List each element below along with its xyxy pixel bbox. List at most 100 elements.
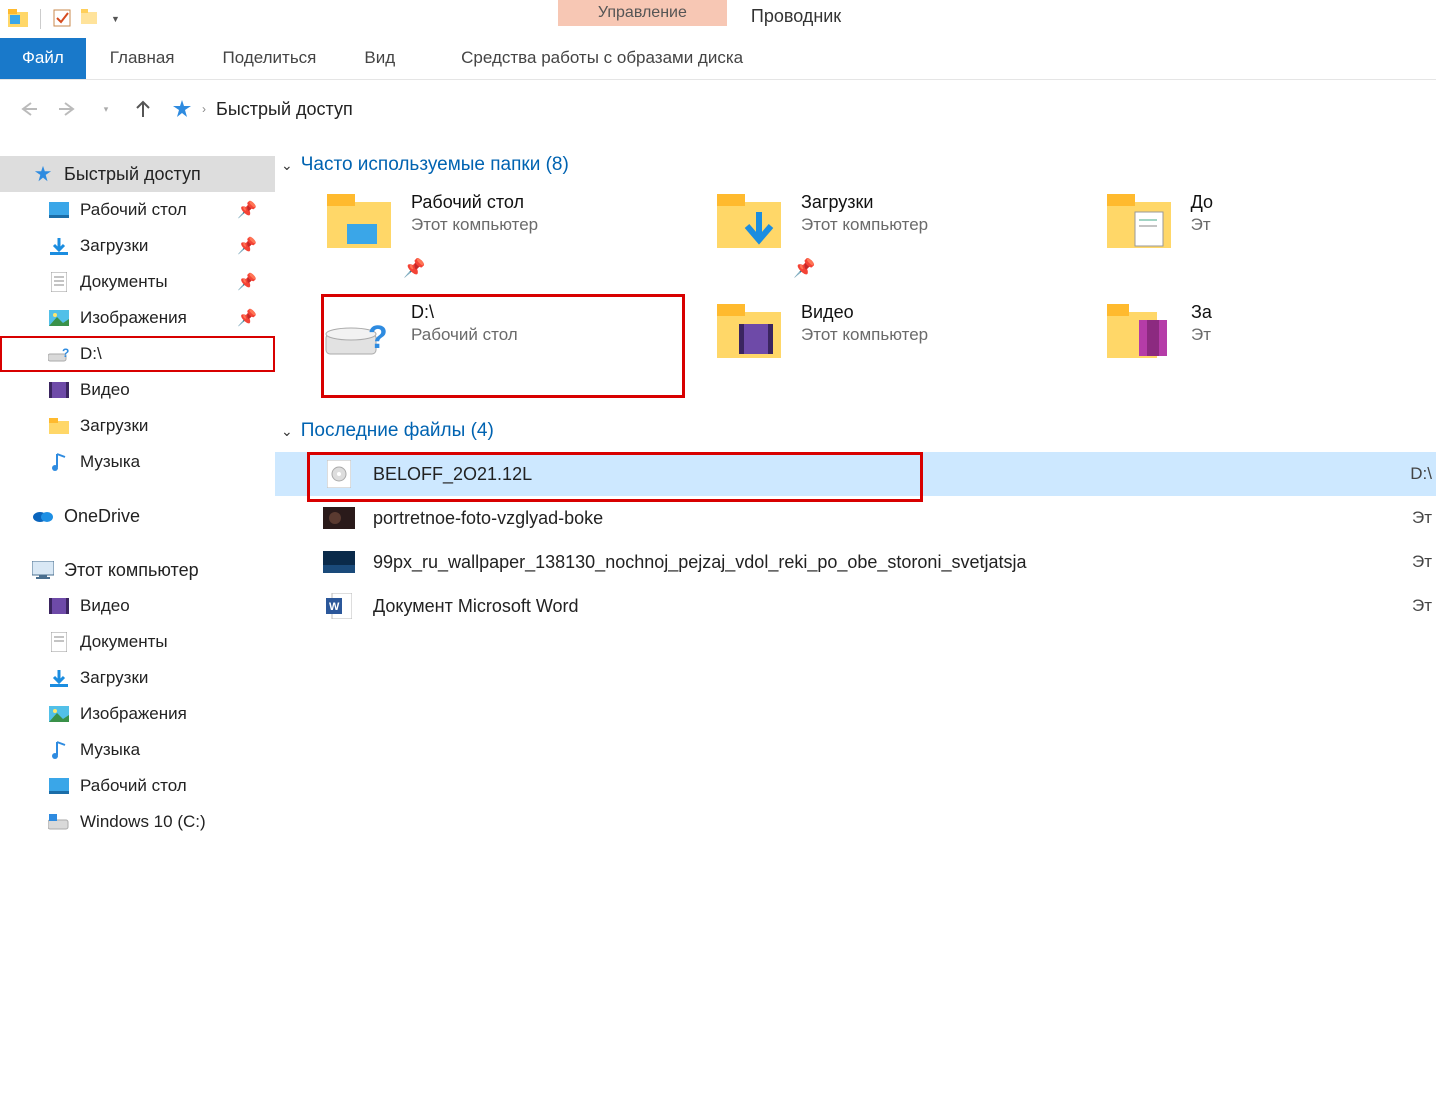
folder-location: Рабочий стол: [411, 325, 518, 345]
sidebar-item-label: Загрузки: [80, 668, 148, 688]
recent-locations-dropdown[interactable]: ▾: [90, 94, 120, 124]
sidebar-item-documents[interactable]: Документы 📌: [0, 264, 275, 300]
sidebar-item-d-drive[interactable]: ? D:\: [0, 336, 275, 372]
downloads-icon: [48, 668, 70, 688]
pictures-icon: [48, 308, 70, 328]
folder-tile-downloads[interactable]: Загрузки Этот компьютер 📌: [713, 186, 1073, 286]
navigation-bar: ▾ › Быстрый доступ: [0, 80, 1436, 138]
sidebar-item-label: OneDrive: [64, 506, 140, 527]
file-name: portretnoe-foto-vzglyad-boke: [373, 508, 603, 529]
folder-icon: [48, 416, 70, 436]
properties-icon[interactable]: [53, 9, 73, 29]
folder-tile-d-drive[interactable]: ? D:\ Рабочий стол: [323, 296, 683, 396]
image-thumbnail-icon: [323, 549, 355, 575]
file-row-word-doc[interactable]: W Документ Microsoft Word Эт: [275, 584, 1436, 628]
iso-file-icon: [323, 461, 355, 487]
sidebar-item-label: Рабочий стол: [80, 200, 187, 220]
folder-archive-icon: [1103, 296, 1175, 368]
star-icon: [32, 164, 54, 184]
explorer-icon[interactable]: [8, 9, 28, 29]
sidebar-item-label: Загрузки: [80, 236, 148, 256]
sidebar-this-pc[interactable]: Этот компьютер: [0, 552, 275, 588]
file-row-wallpaper[interactable]: 99px_ru_wallpaper_138130_nochnoj_pejzaj_…: [275, 540, 1436, 584]
folder-tile-desktop[interactable]: Рабочий стол Этот компьютер 📌: [323, 186, 683, 286]
sidebar-item-label: Рабочий стол: [80, 776, 187, 796]
pin-icon: 📌: [793, 258, 815, 279]
downloads-icon: [48, 236, 70, 256]
folder-location: Этот компьютер: [801, 215, 928, 235]
sidebar-item-label: Изображения: [80, 308, 187, 328]
chevron-down-icon: ⌄: [281, 157, 293, 174]
ribbon-tabs: Файл Главная Поделиться Вид Средства раб…: [0, 38, 1436, 80]
video-icon: [48, 380, 70, 400]
sidebar-item-video[interactable]: Видео: [0, 372, 275, 408]
file-name: Документ Microsoft Word: [373, 596, 579, 617]
desktop-icon: [48, 776, 70, 796]
navigation-pane: Быстрый доступ Рабочий стол 📌 Загрузки 📌…: [0, 138, 275, 1106]
back-button[interactable]: [14, 94, 44, 124]
qat-customize-dropdown[interactable]: ▼: [111, 14, 120, 24]
sidebar-thispc-pictures[interactable]: Изображения: [0, 696, 275, 732]
frequent-folders-header[interactable]: ⌄ Часто используемые папки (8): [275, 150, 1436, 186]
folder-name: D:\: [411, 302, 518, 323]
file-tab[interactable]: Файл: [0, 38, 86, 79]
file-row-beloff[interactable]: BELOFF_2O21.12L D:\: [275, 452, 1436, 496]
contextual-tab-group: Управление: [558, 0, 727, 38]
file-location: Эт: [1412, 596, 1436, 616]
folder-name: За: [1191, 302, 1212, 323]
new-folder-icon[interactable]: [81, 9, 101, 29]
tab-view[interactable]: Вид: [340, 38, 419, 79]
sidebar-thispc-c-drive[interactable]: Windows 10 (C:): [0, 804, 275, 840]
sidebar-item-label: Загрузки: [80, 416, 148, 436]
drive-icon: [48, 812, 70, 832]
file-name: 99px_ru_wallpaper_138130_nochnoj_pejzaj_…: [373, 552, 1026, 573]
tab-disc-image-tools[interactable]: Средства работы с образами диска: [437, 38, 767, 79]
folder-name: Видео: [801, 302, 928, 323]
sidebar-item-label: Документы: [80, 272, 168, 292]
tab-home[interactable]: Главная: [86, 38, 199, 79]
titlebar: ▼ Управление Проводник: [0, 0, 1436, 38]
folder-documents-icon: [1103, 186, 1175, 258]
folder-tile-video[interactable]: Видео Этот компьютер: [713, 296, 1073, 396]
quick-access-toolbar: ▼: [0, 0, 128, 38]
window-title: Проводник: [727, 0, 841, 38]
qat-separator: [40, 9, 41, 29]
sidebar-thispc-music[interactable]: Музыка: [0, 732, 275, 768]
file-location: Эт: [1412, 508, 1436, 528]
sidebar-thispc-video[interactable]: Видео: [0, 588, 275, 624]
folder-tile-documents[interactable]: До Эт: [1103, 186, 1213, 286]
sidebar-item-downloads[interactable]: Загрузки 📌: [0, 228, 275, 264]
file-row-portrait[interactable]: portretnoe-foto-vzglyad-boke Эт: [275, 496, 1436, 540]
recent-files-list: BELOFF_2O21.12L D:\ portretnoe-foto-vzgl…: [275, 452, 1436, 628]
sidebar-thispc-documents[interactable]: Документы: [0, 624, 275, 660]
group-header-label: Последние файлы (4): [301, 420, 494, 442]
sidebar-item-downloads-folder[interactable]: Загрузки: [0, 408, 275, 444]
svg-text:W: W: [329, 601, 340, 613]
sidebar-item-label: Документы: [80, 632, 168, 652]
chevron-right-icon[interactable]: ›: [202, 102, 206, 116]
folder-name: До: [1191, 192, 1213, 213]
folder-downloads-icon: [713, 186, 785, 258]
recent-files-header[interactable]: ⌄ Последние файлы (4): [275, 416, 1436, 452]
address-location[interactable]: Быстрый доступ: [216, 99, 353, 120]
sidebar-quick-access[interactable]: Быстрый доступ: [0, 156, 275, 192]
tab-share[interactable]: Поделиться: [199, 38, 341, 79]
group-header-label: Часто используемые папки (8): [301, 154, 569, 176]
pin-icon: 📌: [237, 308, 257, 328]
up-button[interactable]: [128, 94, 158, 124]
forward-button[interactable]: [52, 94, 82, 124]
documents-icon: [48, 632, 70, 652]
sidebar-thispc-desktop[interactable]: Рабочий стол: [0, 768, 275, 804]
address-bar[interactable]: › Быстрый доступ: [166, 97, 359, 122]
sidebar-item-desktop[interactable]: Рабочий стол 📌: [0, 192, 275, 228]
sidebar-thispc-downloads[interactable]: Загрузки: [0, 660, 275, 696]
sidebar-onedrive[interactable]: OneDrive: [0, 498, 275, 534]
sidebar-item-label: Windows 10 (C:): [80, 812, 206, 832]
contextual-tab-header: Управление: [558, 0, 727, 26]
sidebar-item-label: Музыка: [80, 452, 140, 472]
folder-tile-archive[interactable]: За Эт: [1103, 296, 1213, 396]
sidebar-item-music[interactable]: Музыка: [0, 444, 275, 480]
sidebar-item-label: Музыка: [80, 740, 140, 760]
folder-desktop-icon: [323, 186, 395, 258]
sidebar-item-pictures[interactable]: Изображения 📌: [0, 300, 275, 336]
